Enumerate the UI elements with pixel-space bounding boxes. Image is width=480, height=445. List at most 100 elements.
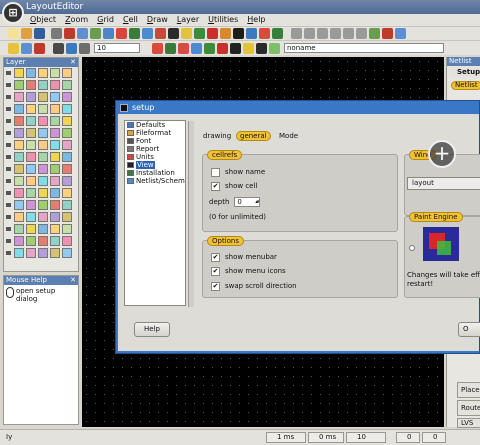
help-button[interactable]: Help xyxy=(134,322,170,337)
mirror-icon[interactable] xyxy=(155,28,166,39)
layer-swatch[interactable] xyxy=(62,200,72,210)
layer-swatch[interactable] xyxy=(62,92,72,102)
layer-swatch[interactable] xyxy=(38,68,48,78)
layer-swatch[interactable] xyxy=(14,80,24,90)
layer-swatch[interactable] xyxy=(26,104,36,114)
layer-row[interactable] xyxy=(4,115,78,127)
layer-swatch[interactable] xyxy=(14,140,24,150)
layer-swatch[interactable] xyxy=(26,176,36,186)
layer-swatch[interactable] xyxy=(62,212,72,222)
layer-swatch[interactable] xyxy=(38,104,48,114)
swap-scroll-option[interactable]: ✔ swap scroll direction xyxy=(211,281,297,291)
ruler-icon[interactable] xyxy=(272,28,283,39)
layer-swatch[interactable] xyxy=(50,164,60,174)
show-menubar-checkbox[interactable]: ✔ xyxy=(211,252,220,262)
settings-tree-item[interactable]: View xyxy=(125,161,185,169)
layer-swatch[interactable] xyxy=(62,140,72,150)
layer-swatch[interactable] xyxy=(50,224,60,234)
layer-row[interactable] xyxy=(4,211,78,223)
polygon-tool-icon[interactable] xyxy=(207,28,218,39)
layer-swatch[interactable] xyxy=(38,248,48,258)
snap-point-icon[interactable] xyxy=(191,42,202,54)
show-menubar-option[interactable]: ✔ show menubar xyxy=(211,252,277,262)
close-icon[interactable]: ✕ xyxy=(70,58,76,67)
settings-tree-item[interactable]: Netlist/Schem xyxy=(125,177,185,185)
snap-center-icon[interactable] xyxy=(204,42,215,54)
delete-icon[interactable] xyxy=(116,28,127,39)
grid-icon[interactable] xyxy=(369,28,380,39)
layer-swatch[interactable] xyxy=(50,140,60,150)
settings-tree-item[interactable]: Font xyxy=(125,137,185,145)
layer-row[interactable] xyxy=(4,199,78,211)
layer-row[interactable] xyxy=(4,163,78,175)
zoom-in-icon[interactable] xyxy=(291,28,302,39)
layer-swatch[interactable] xyxy=(50,188,60,198)
layer-swatch[interactable] xyxy=(38,200,48,210)
tree-scrollbar[interactable] xyxy=(188,121,194,307)
redo-icon[interactable] xyxy=(103,28,114,39)
layer-swatch[interactable] xyxy=(38,224,48,234)
layer-row[interactable] xyxy=(4,247,78,259)
layer-swatch[interactable] xyxy=(50,200,60,210)
layer-swatch[interactable] xyxy=(26,212,36,222)
layer-swatch[interactable] xyxy=(38,188,48,198)
show-menu-icons-option[interactable]: ✔ show menu icons xyxy=(211,266,286,276)
layer-swatch[interactable] xyxy=(26,236,36,246)
layer-row[interactable] xyxy=(4,223,78,235)
zoom-area-icon[interactable] xyxy=(330,28,341,39)
open-icon[interactable] xyxy=(21,28,32,39)
layer-swatch[interactable] xyxy=(38,176,48,186)
extract-icon[interactable] xyxy=(395,28,406,39)
box-tool-icon[interactable] xyxy=(181,28,192,39)
lvs-button[interactable]: LVS xyxy=(457,418,480,428)
layer-swatch[interactable] xyxy=(38,164,48,174)
layer-row[interactable] xyxy=(4,187,78,199)
move-icon[interactable] xyxy=(129,28,140,39)
tab-mode[interactable]: Mode xyxy=(276,130,301,142)
layer-swatch[interactable] xyxy=(26,224,36,234)
layer-swatch[interactable] xyxy=(62,236,72,246)
menu-draw[interactable]: Draw xyxy=(147,14,168,26)
layer-row[interactable] xyxy=(4,151,78,163)
layer-row[interactable] xyxy=(4,91,78,103)
fill-mode-icon[interactable] xyxy=(243,42,254,54)
show-name-checkbox[interactable] xyxy=(211,167,220,177)
layer-swatch[interactable] xyxy=(62,104,72,114)
flatten-icon[interactable] xyxy=(79,42,90,54)
layer-swatch[interactable] xyxy=(50,104,60,114)
snap-edge-icon[interactable] xyxy=(178,42,189,54)
layer-swatch[interactable] xyxy=(14,212,24,222)
layer-swatch[interactable] xyxy=(62,116,72,126)
layer-swatch[interactable] xyxy=(62,188,72,198)
layer-swatch[interactable] xyxy=(14,68,24,78)
layer-swatch[interactable] xyxy=(26,200,36,210)
save-icon[interactable] xyxy=(34,28,45,39)
layer-swatch[interactable] xyxy=(38,80,48,90)
menu-utilities[interactable]: Utilities xyxy=(208,14,238,26)
print-icon[interactable] xyxy=(51,28,62,39)
layer-swatch[interactable] xyxy=(14,104,24,114)
layer-swatch[interactable] xyxy=(14,164,24,174)
layer-swatch[interactable] xyxy=(62,80,72,90)
layer-swatch[interactable] xyxy=(26,116,36,126)
layer-swatch[interactable] xyxy=(62,128,72,138)
layer-visible-icon[interactable] xyxy=(21,42,32,54)
layer-swatch[interactable] xyxy=(50,248,60,258)
layer-swatch[interactable] xyxy=(14,236,24,246)
menu-cell[interactable]: Cell xyxy=(123,14,138,26)
highlight-icon[interactable] xyxy=(269,42,280,54)
layer-swatch[interactable] xyxy=(26,164,36,174)
layer-swatch[interactable] xyxy=(14,176,24,186)
route-button[interactable]: Route xyxy=(457,400,480,416)
array-tool-icon[interactable] xyxy=(259,28,270,39)
snap-icon[interactable] xyxy=(152,42,163,54)
layer-row[interactable] xyxy=(4,67,78,79)
display-mode-icon[interactable] xyxy=(230,42,241,54)
zoom-cell-icon[interactable] xyxy=(356,28,367,39)
layer-swatch[interactable] xyxy=(50,116,60,126)
layer-swatch[interactable] xyxy=(14,128,24,138)
layer-swatch[interactable] xyxy=(50,176,60,186)
layer-swatch[interactable] xyxy=(14,116,24,126)
text-tool-icon[interactable] xyxy=(220,28,231,39)
depth-spinbox[interactable]: 0 xyxy=(234,197,261,207)
